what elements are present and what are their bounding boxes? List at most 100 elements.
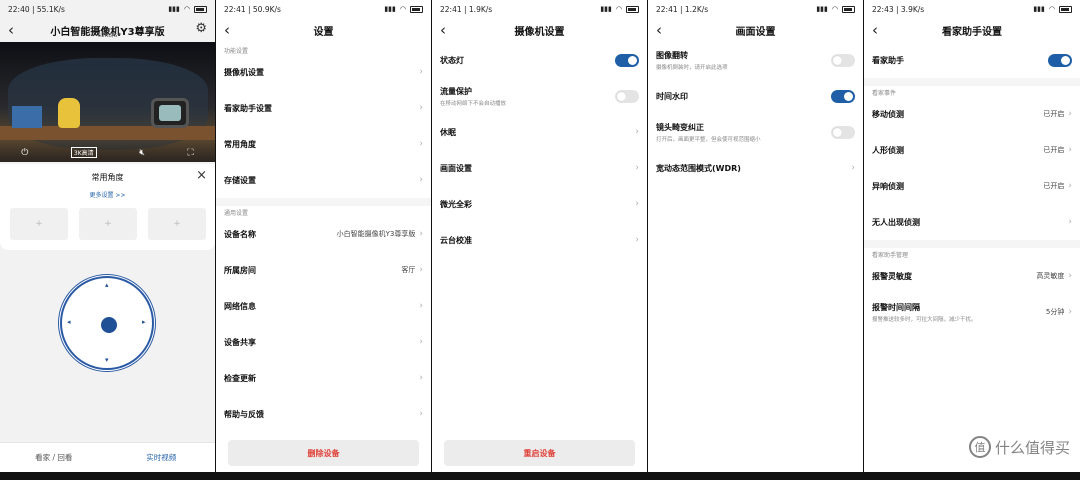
ptz-joystick[interactable]: ▴ ▾ ◂ ▸ <box>60 276 154 370</box>
angle-slot[interactable]: + <box>10 208 68 240</box>
joystick-knob[interactable] <box>101 317 117 333</box>
chevron-right-icon: › <box>635 127 639 137</box>
chevron-right-icon: › <box>419 139 423 149</box>
row-label: 宽动态范围模式(WDR) <box>656 163 741 173</box>
row-label: 帮助与反馈 <box>224 409 264 419</box>
row-value: 小白智能摄像机Y3尊享版 <box>336 230 416 238</box>
bottom-tabs: 看家 / 回看 实时视频 <box>0 442 215 472</box>
row-label: 画面设置 <box>440 163 472 173</box>
settings-row[interactable]: 人形侦测 已开启 › <box>864 132 1080 168</box>
settings-row[interactable]: 所属房间 客厅 › <box>216 252 431 288</box>
page-title: 摄像机设置 <box>514 26 565 38</box>
settings-screen: 22:41 | 50.9K/s ▮▮▮ ◠ ‹ 设置 功能设置 摄像机设置 › 看家… <box>216 0 431 472</box>
settings-row[interactable]: 异响侦测 已开启 › <box>864 168 1080 204</box>
settings-row[interactable]: 云台校准 › <box>432 222 647 258</box>
more-settings-link[interactable]: 更多设置 >> <box>0 190 215 199</box>
settings-row[interactable]: 常用角度 › <box>216 126 431 162</box>
up-arrow-icon[interactable]: ▴ <box>105 281 109 289</box>
settings-row[interactable]: 无人出现侦测 › <box>864 204 1080 240</box>
row-label: 设备名称 <box>224 229 256 239</box>
tab-live[interactable]: 实时视频 <box>108 443 216 472</box>
chevron-right-icon: › <box>1068 271 1072 281</box>
status-time: 22:40 | 55.1K/s <box>8 4 65 14</box>
row-sublabel: 打开后，画面更平整，但会使可视范围缩小 <box>656 136 761 143</box>
restart-device-button[interactable]: 重启设备 <box>444 440 635 466</box>
watermark-text: 什么值得买 <box>994 438 1070 457</box>
status-time: 22:41 | 1.2K/s <box>656 4 709 14</box>
mute-icon[interactable]: 🔇︎ <box>139 148 145 158</box>
settings-row[interactable]: 存储设置 › <box>216 162 431 198</box>
down-arrow-icon[interactable]: ▾ <box>105 356 109 364</box>
chevron-right-icon: › <box>1068 145 1072 155</box>
distortion-row[interactable]: 镜头畸变纠正 打开后，画面更平整，但会使可视范围缩小 <box>648 114 863 150</box>
watermark-row[interactable]: 时间水印 <box>648 78 863 114</box>
status-light-row[interactable]: 状态灯 <box>432 42 647 78</box>
time-watermark-toggle[interactable] <box>831 89 855 103</box>
row-label: 图像翻转 <box>656 50 688 60</box>
angle-slot[interactable]: + <box>79 208 137 240</box>
row-label: 人形侦测 <box>872 145 904 155</box>
back-button[interactable]: ‹ <box>872 21 878 39</box>
settings-row[interactable]: 摄像机设置 › <box>216 54 431 90</box>
left-arrow-icon[interactable]: ◂ <box>67 318 71 326</box>
tab-playback[interactable]: 看家 / 回看 <box>0 443 108 472</box>
chevron-right-icon: › <box>419 373 423 383</box>
settings-row[interactable]: 报警时间间隔 报警推送较多时，可拉大间隔，减少干扰。 5分钟 › <box>864 294 1080 330</box>
close-icon[interactable]: × <box>196 168 207 183</box>
chevron-right-icon: › <box>419 301 423 311</box>
row-sublabel: 在移动网络下不会自动播放 <box>440 100 507 107</box>
divider <box>216 198 431 206</box>
quality-button[interactable]: 3K高清 <box>70 147 97 158</box>
settings-row[interactable]: 设备名称 小白智能摄像机Y3尊享版 › <box>216 216 431 252</box>
settings-row[interactable]: 报警灵敏度 高灵敏度 › <box>864 258 1080 294</box>
flip-toggle[interactable] <box>831 53 855 67</box>
wifi-icon: ◠ <box>1048 5 1055 13</box>
settings-row[interactable]: 宽动态范围模式(WDR) › <box>648 150 863 186</box>
feed-controls: ⏻ 3K高清 🔇︎ ⛶ <box>0 147 215 158</box>
back-button[interactable]: ‹ <box>656 21 662 39</box>
traffic-protect-row[interactable]: 流量保护在移动网络下不会自动播放 <box>432 78 647 114</box>
box-image <box>12 106 42 128</box>
row-label: 常用角度 <box>224 139 256 149</box>
guard-main-row[interactable]: 看家助手 <box>864 42 1080 78</box>
settings-row[interactable]: 微光全彩 › <box>432 186 647 222</box>
traffic-protect-toggle[interactable] <box>615 89 639 103</box>
settings-row[interactable]: 网络信息 › <box>216 288 431 324</box>
flip-row[interactable]: 图像翻转摄像机倒装时，请开启此选项 <box>648 42 863 78</box>
battery-icon <box>194 5 207 13</box>
row-label: 报警时间间隔 <box>872 302 920 312</box>
power-icon[interactable]: ⏻ <box>21 148 28 158</box>
row-label: 流量保护 <box>440 86 472 96</box>
right-arrow-icon[interactable]: ▸ <box>142 318 146 326</box>
chevron-right-icon: › <box>1068 307 1072 317</box>
settings-row[interactable]: 帮助与反馈 › <box>216 396 431 432</box>
row-label: 报警灵敏度 <box>872 271 912 281</box>
signal-icon: ▮▮▮ <box>168 5 180 13</box>
row-sublabel: 摄像机倒装时，请开启此选项 <box>656 64 728 71</box>
settings-row[interactable]: 画面设置 › <box>432 150 647 186</box>
distortion-toggle[interactable] <box>831 125 855 139</box>
divider <box>864 78 1080 86</box>
settings-row[interactable]: 检查更新 › <box>216 360 431 396</box>
signal-icon: ▮▮▮ <box>816 5 828 13</box>
figure-image <box>58 98 80 128</box>
settings-row[interactable]: 看家助手设置 › <box>216 90 431 126</box>
chevron-right-icon: › <box>1068 181 1072 191</box>
guard-toggle[interactable] <box>1048 53 1072 67</box>
status-light-toggle[interactable] <box>615 53 639 67</box>
back-button[interactable]: ‹ <box>440 21 446 39</box>
settings-row[interactable]: 移动侦测 已开启 › <box>864 96 1080 132</box>
chevron-right-icon: › <box>635 163 639 173</box>
fullscreen-icon[interactable]: ⛶ <box>187 148 193 158</box>
back-button[interactable]: ‹ <box>224 21 230 39</box>
top-bar: ‹ 摄像机设置 <box>432 18 647 42</box>
status-bar: 22:40 | 55.1K/s ▮▮▮ ◠ <box>0 0 215 18</box>
row-label: 设备共享 <box>224 337 256 347</box>
settings-row[interactable]: 休眠 › <box>432 114 647 150</box>
settings-row[interactable]: 设备共享 › <box>216 324 431 360</box>
page-title: 设置 <box>313 26 334 38</box>
angle-title: 常用角度 <box>91 173 124 182</box>
camera-feed[interactable]: ⏻ 3K高清 🔇︎ ⛶ <box>0 42 215 162</box>
delete-device-button[interactable]: 删除设备 <box>228 440 419 466</box>
angle-slot[interactable]: + <box>148 208 206 240</box>
